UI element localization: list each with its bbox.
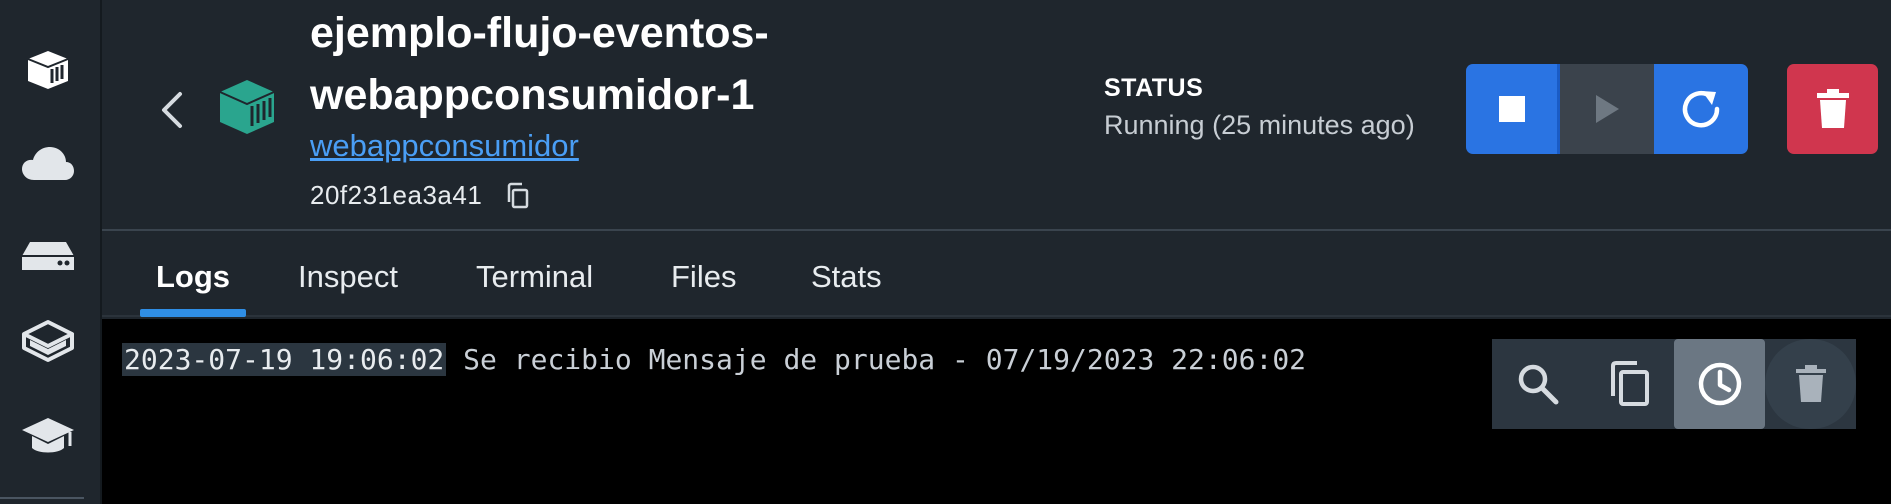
tab-logs[interactable]: Logs xyxy=(156,257,230,297)
container-title-line1: ejemplo-flujo-eventos- xyxy=(310,9,769,57)
stop-button[interactable] xyxy=(1466,64,1560,154)
status-label: STATUS xyxy=(1104,74,1204,102)
trash-icon xyxy=(1795,365,1826,402)
image-link[interactable]: webappconsumidor xyxy=(310,126,579,166)
active-tab-indicator xyxy=(140,309,246,317)
extensions-icon xyxy=(22,320,74,362)
volumes-icon xyxy=(22,242,74,270)
log-line: 2023-07-19 19:06:02 Se recibio Mensaje d… xyxy=(122,341,1306,379)
sidebar-item-containers[interactable] xyxy=(18,40,78,100)
copy-icon[interactable] xyxy=(504,182,532,210)
status-value: Running (25 minutes ago) xyxy=(1104,110,1415,140)
copy-logs-button[interactable] xyxy=(1583,339,1674,429)
copy-icon xyxy=(1610,361,1649,406)
sidebar xyxy=(0,0,102,504)
container-title-line2: webappconsumidor-1 xyxy=(310,71,755,119)
log-output[interactable]: 2023-07-19 19:06:02 Se recibio Mensaje d… xyxy=(102,319,1891,504)
learn-icon xyxy=(22,418,74,453)
restart-button[interactable] xyxy=(1654,64,1748,154)
trash-icon xyxy=(1816,89,1849,128)
tab-inspect[interactable]: Inspect xyxy=(298,257,398,297)
containers-icon xyxy=(27,51,69,89)
clear-logs-button[interactable] xyxy=(1765,339,1856,429)
container-title: ejemplo-flujo-eventos- webappconsumidor-… xyxy=(310,2,870,126)
container-header: ejemplo-flujo-eventos- webappconsumidor-… xyxy=(102,0,1891,231)
detail-tabs: Logs Inspect Terminal Files Stats xyxy=(102,233,1891,317)
sidebar-item-extensions[interactable] xyxy=(18,312,78,372)
sidebar-item-volumes[interactable] xyxy=(18,226,78,286)
play-icon xyxy=(1596,95,1619,123)
sidebar-item-cloud[interactable] xyxy=(18,134,78,194)
toggle-timestamps-button[interactable] xyxy=(1674,339,1765,429)
container-id: 20f231ea3a41 xyxy=(310,180,483,210)
sidebar-item-learn[interactable] xyxy=(18,406,78,466)
restart-icon xyxy=(1682,90,1720,128)
log-timestamp: 2023-07-19 19:06:02 xyxy=(122,343,447,376)
cloud-icon xyxy=(22,147,74,180)
container-icon xyxy=(219,80,275,134)
sidebar-divider xyxy=(0,497,84,499)
container-actions xyxy=(1466,64,1748,154)
search-logs-button[interactable] xyxy=(1492,339,1583,429)
tab-terminal[interactable]: Terminal xyxy=(476,257,593,297)
clock-icon xyxy=(1698,362,1741,406)
start-button[interactable] xyxy=(1560,64,1654,154)
log-message: Se recibio Mensaje de prueba - 07/19/202… xyxy=(463,343,1307,376)
back-button[interactable] xyxy=(154,88,190,132)
chevron-left-icon xyxy=(162,92,182,128)
delete-button[interactable] xyxy=(1787,64,1878,154)
search-icon xyxy=(1518,364,1558,405)
stop-icon xyxy=(1498,96,1525,122)
container-detail-window: ejemplo-flujo-eventos- webappconsumidor-… xyxy=(0,0,1891,504)
tab-stats[interactable]: Stats xyxy=(811,257,882,297)
log-toolbar xyxy=(1492,339,1856,429)
tab-files[interactable]: Files xyxy=(671,257,736,297)
